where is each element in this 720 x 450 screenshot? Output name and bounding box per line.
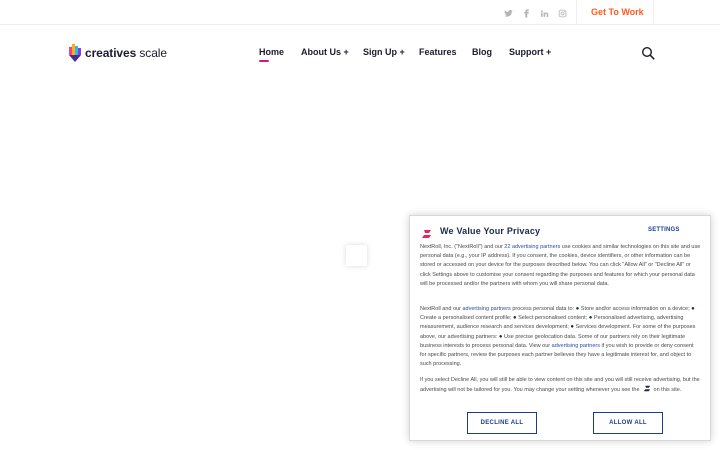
site-logo[interactable]: creatives scale [68,43,167,63]
loading-placeholder [346,245,367,266]
nav-active-indicator [259,60,269,62]
logo-text: creatives scale [85,46,167,60]
nav-sign-up[interactable]: Sign Up + [363,47,405,57]
advertising-partners-link[interactable]: 22 advertising partners [504,244,560,250]
consent-paragraph-3: If you select Decline All, you will stil… [420,377,700,394]
nextroll-logo-icon [421,226,432,238]
nextroll-inline-icon [643,385,651,392]
social-links [500,6,572,20]
nav-blog[interactable]: Blog [472,47,492,57]
page: Get To Work creatives scale Home About U… [0,0,720,450]
instagram-icon[interactable] [554,6,571,20]
logo-icon [68,43,82,63]
topbar-divider [653,0,654,25]
search-icon[interactable] [641,46,655,60]
get-to-work-link[interactable]: Get To Work [591,7,644,17]
nav-home[interactable]: Home [259,47,284,62]
consent-paragraph-1: NextRoll, Inc. ("NextRoll") and our 22 a… [420,244,701,287]
nav-about-us[interactable]: About Us + [301,47,349,57]
decline-all-button[interactable]: DECLINE ALL [467,412,537,434]
top-utility-bar: Get To Work [0,0,720,25]
topbar-divider [576,0,577,25]
facebook-icon[interactable] [518,6,535,20]
nav-features[interactable]: Features [419,47,457,57]
advertising-partners-link[interactable]: advertising partners [463,306,511,312]
linkedin-icon[interactable] [536,6,553,20]
consent-title: We Value Your Privacy [440,226,541,236]
consent-paragraph-2: NextRoll and our advertising partners pr… [420,306,696,368]
allow-all-button[interactable]: ALLOW ALL [593,412,663,434]
cookie-consent-panel: We Value Your Privacy SETTINGS NextRoll,… [409,215,711,441]
settings-link[interactable]: SETTINGS [648,227,680,233]
twitter-icon[interactable] [500,6,517,20]
nav-support[interactable]: Support + [509,47,551,57]
advertising-partners-link[interactable]: advertising partners [552,343,600,349]
